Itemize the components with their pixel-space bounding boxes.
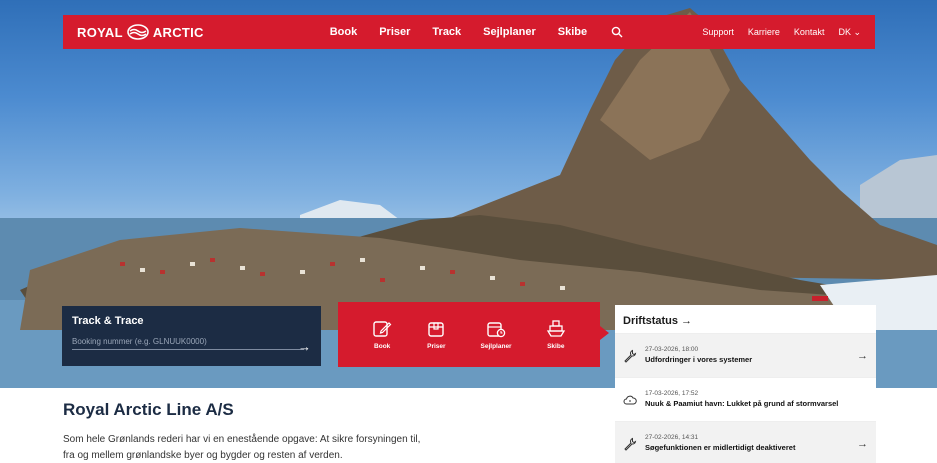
quick-skibe-button[interactable]: Skibe [546, 319, 566, 350]
drift-item[interactable]: 17-03-2026, 17:52 Nuuk & Paamiut havn: L… [615, 377, 876, 421]
logo-wave-icon [127, 24, 149, 40]
drift-item-title: Udfordringer i vores systemer [645, 355, 753, 364]
track-submit-arrow-icon[interactable]: → [298, 339, 311, 354]
nav-sejlplaner[interactable]: Sejlplaner [483, 26, 536, 38]
track-trace-title: Track & Trace [72, 315, 144, 327]
cloud-icon [623, 395, 637, 404]
nav-track[interactable]: Track [432, 26, 461, 38]
panel-pointer [600, 326, 609, 340]
drift-item-title: Nuuk & Paamiut havn: Lukket på grund af … [645, 399, 839, 408]
logo-text-right: ARCTIC [152, 24, 204, 40]
quick-skibe-label: Skibe [547, 343, 565, 350]
drift-item[interactable]: 27-02-2026, 14:31 Søgefunktionen er midl… [615, 421, 876, 463]
quick-book-button[interactable]: Book [372, 319, 392, 350]
drift-item-date: 27-03-2026, 18:00 [645, 346, 699, 353]
booking-number-placeholder: Booking nummer (e.g. GLNUUK0000) [72, 337, 207, 346]
intro-title: Royal Arctic Line A/S [63, 400, 234, 419]
quick-sejlplaner-label: Sejlplaner [480, 343, 512, 350]
drift-item-title: Søgefunktionen er midlertidigt deaktiver… [645, 443, 796, 452]
nav-book[interactable]: Book [330, 26, 358, 38]
logo-text-left: ROYAL [77, 24, 123, 40]
quick-priser-label: Priser [427, 343, 446, 350]
booking-number-input[interactable]: Booking nummer (e.g. GLNUUK0000) [72, 337, 304, 350]
nav-karriere[interactable]: Karriere [748, 27, 780, 38]
arrow-right-icon: → [857, 349, 868, 362]
box-icon [428, 322, 445, 337]
intro-section: Royal Arctic Line A/S Som hele Grønlands… [63, 400, 583, 463]
arrow-right-icon: → [857, 437, 868, 450]
language-selector[interactable]: DK ⌄ [838, 27, 861, 38]
quick-sejlplaner-button[interactable]: Sejlplaner [481, 319, 512, 350]
quick-book-label: Book [374, 343, 391, 350]
quick-priser-button[interactable]: Priser [426, 319, 446, 350]
top-navbar: ROYAL ARCTIC Book Priser Track Sejlplane… [63, 15, 875, 49]
driftstatus-title[interactable]: Driftstatus → [615, 305, 876, 333]
drift-item-date: 27-02-2026, 14:31 [645, 434, 699, 441]
utility-nav: Support Karriere Kontakt DK ⌄ [702, 27, 861, 38]
main-nav: Book Priser Track Sejlplaner Skibe [330, 26, 623, 38]
track-trace-panel: Track & Trace Booking nummer (e.g. GLNUU… [62, 306, 321, 366]
calendar-icon [487, 322, 506, 338]
intro-text-line2: fra og mellem grønlandske byer og bygder… [63, 450, 343, 461]
nav-kontakt[interactable]: Kontakt [794, 27, 825, 38]
wrench-icon [624, 437, 637, 451]
ship-icon [546, 320, 565, 337]
wrench-icon [624, 349, 637, 363]
edit-icon [373, 321, 392, 337]
nav-skibe[interactable]: Skibe [558, 26, 587, 38]
quick-links-panel: Book Priser Sejlplaner Skibe [338, 302, 600, 367]
brand-logo[interactable]: ROYAL ARCTIC [77, 24, 204, 40]
nav-support[interactable]: Support [702, 27, 734, 38]
search-icon[interactable] [611, 26, 623, 38]
drift-item[interactable]: 27-03-2026, 18:00 Udfordringer i vores s… [615, 333, 876, 377]
nav-priser[interactable]: Priser [379, 26, 410, 38]
drift-item-date: 17-03-2026, 17:52 [645, 390, 699, 397]
intro-text-line1: Som hele Grønlands rederi har vi en enes… [63, 434, 421, 445]
driftstatus-panel: Driftstatus → 27-03-2026, 18:00 Udfordri… [615, 305, 876, 463]
